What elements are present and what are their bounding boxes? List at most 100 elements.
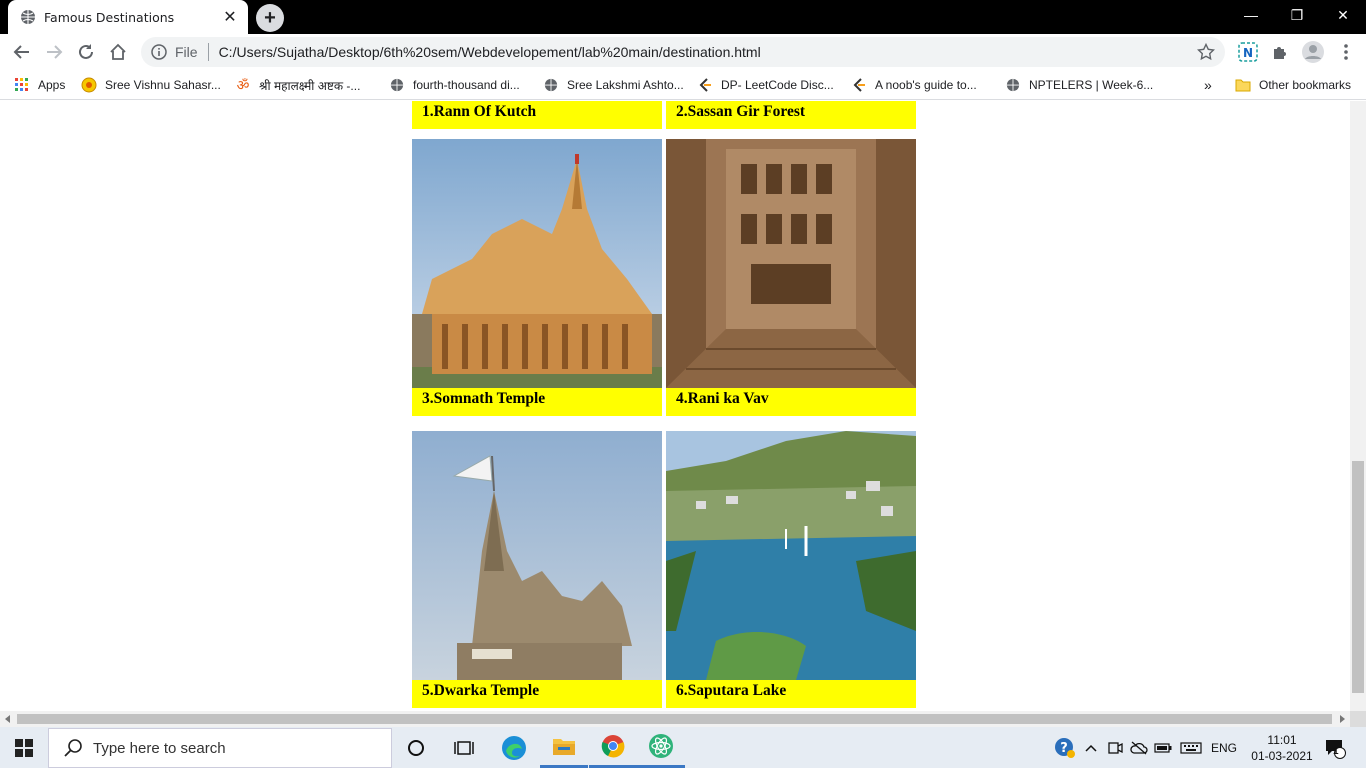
destination-caption: 1.Rann Of Kutch	[422, 103, 537, 120]
cortana-button[interactable]	[392, 727, 440, 768]
profile-avatar-icon[interactable]	[1301, 40, 1325, 64]
close-window-button[interactable]: ✕	[1320, 0, 1366, 30]
bookmark-label: A noob's guide to...	[875, 78, 977, 92]
scroll-left-icon[interactable]	[4, 715, 12, 723]
bookmark-leetcode-dp[interactable]: DP- LeetCode Disc...	[697, 76, 834, 94]
reload-button[interactable]	[72, 38, 100, 66]
taskbar-search-box[interactable]: Type here to search	[48, 728, 392, 768]
destination-card: 2.Sassan Gir Forest	[666, 101, 916, 129]
chrome-icon	[601, 735, 625, 758]
atom-icon	[649, 734, 673, 758]
bookmark-star-icon[interactable]	[1197, 43, 1215, 61]
notification-center-button[interactable]: 1	[1320, 727, 1350, 768]
destination-card: 3.Somnath Temple	[412, 139, 662, 416]
destination-card: 1.Rann Of Kutch	[412, 101, 662, 129]
atom-app[interactable]	[637, 727, 685, 768]
apps-grid-icon	[14, 77, 30, 93]
url-text[interactable]: C:/Users/Sujatha/Desktop/6th%20sem/Webde…	[219, 44, 1197, 60]
bookmark-lakshmi-ashto[interactable]: Sree Lakshmi Ashto...	[543, 76, 684, 94]
bookmark-label: fourth-thousand di...	[413, 78, 520, 92]
puzzle-extensions-icon[interactable]	[1270, 42, 1290, 62]
windows-taskbar: Type here to search ? ENG 11:01 01-03-20…	[0, 727, 1366, 768]
horizontal-scroll-thumb[interactable]	[17, 714, 1332, 724]
browser-toolbar: File C:/Users/Sujatha/Desktop/6th%20sem/…	[0, 34, 1366, 70]
bookmark-label: Apps	[38, 78, 66, 92]
globe-icon	[389, 77, 405, 93]
vertical-scroll-thumb[interactable]	[1352, 461, 1364, 693]
browser-tab[interactable]: Famous Destinations ✕	[8, 0, 248, 34]
language-indicator[interactable]: ENG	[1208, 727, 1240, 768]
windows-logo-icon	[15, 738, 33, 757]
om-icon: ॐ	[236, 76, 250, 93]
help-tray-icon[interactable]: ?	[1053, 727, 1077, 768]
forward-button[interactable]	[40, 38, 68, 66]
chrome-app[interactable]	[589, 727, 637, 768]
other-bookmarks[interactable]: Other bookmarks	[1235, 76, 1351, 94]
task-view-icon	[454, 740, 474, 755]
horizontal-scrollbar[interactable]	[0, 711, 1350, 727]
arrow-right-icon	[47, 45, 63, 59]
file-explorer-app[interactable]	[540, 727, 588, 768]
task-view-button[interactable]	[440, 727, 488, 768]
new-tab-button[interactable]: +	[256, 4, 284, 32]
start-button[interactable]	[0, 727, 48, 768]
bookmark-noobs-guide[interactable]: A noob's guide to...	[851, 76, 977, 94]
notification-count: 1	[1333, 746, 1339, 757]
chevron-up-icon[interactable]	[1082, 727, 1100, 768]
folder-icon	[553, 739, 575, 755]
clock-date: 01-03-2021	[1251, 748, 1313, 763]
info-icon[interactable]	[151, 44, 167, 60]
bookmark-label: NPTELERS | Week-6...	[1029, 78, 1154, 92]
bookmark-apps[interactable]: Apps	[14, 76, 65, 94]
bookmark-npteleers[interactable]: NPTELERS | Week-6...	[1005, 76, 1153, 94]
search-icon	[64, 739, 82, 757]
omnibox-divider	[207, 43, 209, 61]
cortana-circle-icon	[408, 739, 424, 756]
bookmarks-overflow-button[interactable]: »	[1204, 76, 1212, 94]
bookmark-label: Sree Lakshmi Ashto...	[567, 78, 684, 92]
home-button[interactable]	[104, 38, 132, 66]
vertical-scrollbar[interactable]	[1350, 101, 1366, 711]
reload-icon	[79, 44, 93, 59]
destination-card: 5.Dwarka Temple	[412, 431, 662, 708]
home-icon	[110, 43, 126, 60]
leetcode-icon	[851, 77, 867, 93]
address-bar[interactable]: File C:/Users/Sujatha/Desktop/6th%20sem/…	[141, 37, 1225, 67]
keyboard-icon[interactable]	[1178, 727, 1204, 768]
restore-button[interactable]: ❐	[1274, 0, 1320, 30]
back-button[interactable]	[8, 38, 36, 66]
globe-icon	[1005, 77, 1021, 93]
leetcode-icon	[697, 77, 713, 93]
meet-now-icon[interactable]	[1106, 727, 1124, 768]
search-placeholder: Type here to search	[93, 739, 226, 757]
menu-kebab-icon[interactable]	[1336, 42, 1356, 62]
clock[interactable]: 11:01 01-03-2021	[1250, 727, 1314, 768]
destination-caption: 3.Somnath Temple	[422, 390, 546, 407]
bookmarks-bar: Apps Sree Vishnu Sahasr... ॐ श्री महालक्…	[0, 70, 1366, 100]
tab-close-icon[interactable]: ✕	[218, 5, 242, 29]
bookmark-label: Other bookmarks	[1259, 78, 1352, 92]
destination-caption: 4.Rani ka Vav	[676, 390, 769, 407]
battery-icon[interactable]	[1153, 727, 1173, 768]
svg-text:N: N	[1243, 46, 1253, 60]
bookmark-mahalakshmi[interactable]: ॐ श्री महालक्ष्मी अष्टक -...	[235, 76, 361, 94]
globe-icon	[543, 77, 559, 93]
scroll-right-icon[interactable]	[1338, 715, 1346, 723]
globe-icon	[21, 10, 35, 24]
bookmark-vishnu[interactable]: Sree Vishnu Sahasr...	[81, 76, 221, 94]
destination-caption: 2.Sassan Gir Forest	[676, 103, 806, 120]
page-viewport: 1.Rann Of Kutch 2.Sassan Gir Forest 3.So…	[0, 101, 1350, 711]
minimize-button[interactable]: —	[1228, 0, 1274, 30]
dwarka-temple-photo	[412, 431, 662, 680]
edge-app[interactable]	[490, 727, 538, 768]
bookmark-fourth-thousand[interactable]: fourth-thousand di...	[389, 76, 520, 94]
scrollbar-corner	[1350, 711, 1366, 727]
arrow-left-icon	[13, 45, 29, 59]
bookmark-label: DP- LeetCode Disc...	[721, 78, 834, 92]
tab-title: Famous Destinations	[44, 9, 175, 25]
somnath-temple-photo	[412, 139, 662, 388]
extension-n-icon[interactable]: N	[1238, 42, 1258, 62]
bookmark-label: श्री महालक्ष्मी अष्टक -...	[259, 78, 361, 93]
onedrive-offline-icon[interactable]	[1129, 727, 1149, 768]
destination-card: 6.Saputara Lake	[666, 431, 916, 708]
